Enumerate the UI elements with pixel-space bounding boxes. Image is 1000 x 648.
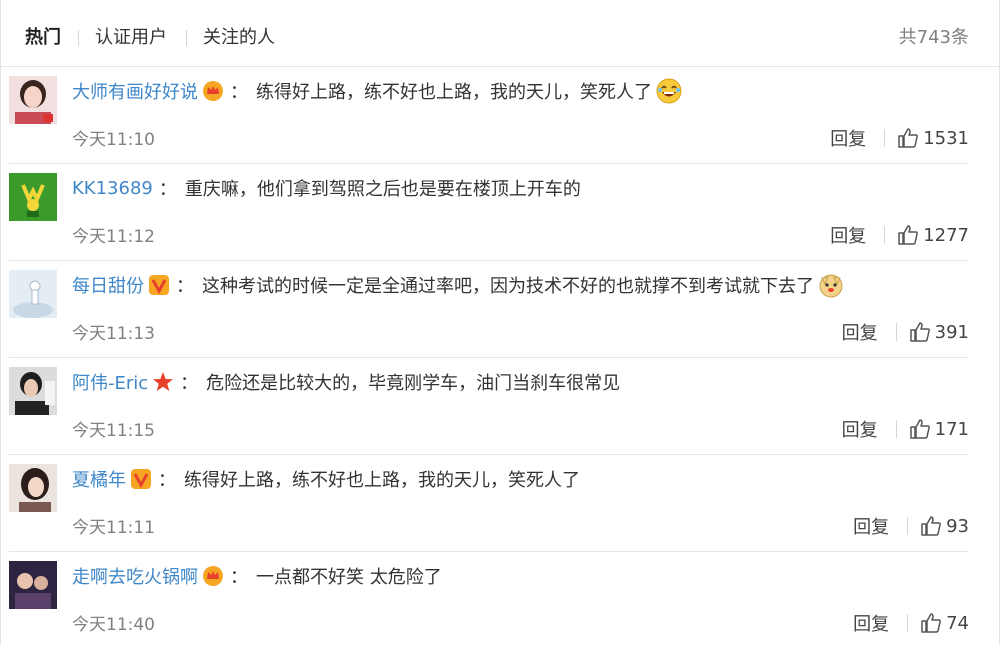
like-button[interactable]: 1531 — [897, 127, 969, 149]
star-icon — [152, 371, 174, 393]
like-count: 74 — [946, 612, 969, 634]
like-count: 1277 — [923, 224, 969, 246]
comment-actions: 回复 74 — [853, 610, 969, 636]
reply-button[interactable]: 回复 — [830, 125, 866, 151]
crown-icon — [202, 80, 224, 102]
crown-icon — [202, 565, 224, 587]
thumbs-up-icon — [921, 613, 941, 633]
comment-item: KK13689 ： 重庆嘛，他们拿到驾照之后也是要在楼顶上开车的 今天11:12… — [9, 164, 969, 261]
thumbs-up-icon — [898, 225, 919, 245]
laughing-emoji-icon — [656, 78, 682, 104]
thumbs-up-icon — [909, 322, 930, 342]
comment-actions: 回复 1531 — [830, 125, 969, 151]
comment-text: 这种考试的时候一定是全通过率吧，因为技术不好的也就撑不到考试就下去了 — [202, 276, 814, 297]
comment-text: 练得好上路，练不好也上路，我的天儿，笑死人了 — [184, 470, 580, 491]
comment-item: 每日甜份 ： 这种考试的时候一定是全通过率吧，因为技术不好的也就撑不到考试就下去… — [9, 261, 969, 358]
avatar[interactable] — [9, 76, 57, 124]
comment-item: 阿伟-Eric ： 危险还是比较大的，毕竟刚学车，油门当刹车很常见 今天11:1… — [9, 358, 969, 455]
username[interactable]: KK13689 — [72, 178, 153, 199]
tab-following[interactable]: 关注的人 — [203, 26, 275, 50]
avatar[interactable] — [9, 561, 57, 609]
avatar[interactable] — [9, 367, 57, 415]
username[interactable]: 每日甜份 — [72, 272, 144, 298]
comment-time: 今天11:40 — [72, 615, 155, 635]
comment-panel: 热门 认证用户 关注的人 共743条 大师有画好好说 ： 练得好上路，练不好也上… — [0, 0, 1000, 645]
v-icon — [148, 274, 170, 296]
avatar[interactable] — [9, 173, 57, 221]
comment-actions: 回复 171 — [842, 416, 969, 442]
reply-button[interactable]: 回复 — [853, 610, 889, 636]
tab-verified-users[interactable]: 认证用户 — [95, 26, 167, 50]
reply-button[interactable]: 回复 — [830, 222, 866, 248]
doge-emoji-icon — [818, 272, 844, 298]
username[interactable]: 走啊去吃火锅啊 — [72, 563, 198, 589]
comment-item: 大师有画好好说 ： 练得好上路，练不好也上路，我的天儿，笑死人了 今天11:10… — [9, 67, 969, 164]
username[interactable]: 阿伟-Eric — [72, 369, 148, 395]
like-count: 93 — [946, 515, 969, 537]
comment-text: 一点都不好笑 太危险了 — [256, 567, 442, 588]
avatar[interactable] — [9, 270, 57, 318]
username[interactable]: 大师有画好好说 — [72, 78, 198, 104]
comment-text: 危险还是比较大的，毕竟刚学车，油门当刹车很常见 — [206, 373, 621, 394]
reply-button[interactable]: 回复 — [842, 416, 878, 442]
username[interactable]: 夏橘年 — [72, 466, 126, 492]
comment-time: 今天11:12 — [72, 227, 155, 247]
comment-list: 大师有画好好说 ： 练得好上路，练不好也上路，我的天儿，笑死人了 今天11:10… — [1, 67, 999, 648]
like-count: 1531 — [923, 127, 969, 149]
thumbs-up-icon — [921, 516, 941, 536]
v-icon — [130, 468, 152, 490]
comment-time: 今天11:13 — [72, 324, 155, 344]
comment-time: 今天11:10 — [72, 130, 155, 150]
comment-item: 走啊去吃火锅啊 ： 一点都不好笑 太危险了 今天11:40 回复 74 — [9, 552, 969, 648]
thumbs-up-icon — [898, 128, 919, 148]
like-button[interactable]: 93 — [920, 515, 969, 537]
comment-text: 重庆嘛，他们拿到驾照之后也是要在楼顶上开车的 — [184, 179, 581, 200]
comment-actions: 回复 391 — [842, 319, 969, 345]
tab-divider — [186, 30, 187, 46]
like-count: 171 — [934, 418, 969, 440]
comment-time: 今天11:15 — [72, 421, 155, 441]
like-count: 391 — [934, 321, 969, 343]
like-button[interactable]: 391 — [909, 321, 969, 343]
tab-hot[interactable]: 热门 — [25, 26, 61, 50]
tab-divider — [78, 30, 79, 46]
avatar[interactable] — [9, 464, 57, 512]
comment-actions: 回复 93 — [853, 513, 969, 539]
reply-button[interactable]: 回复 — [853, 513, 889, 539]
comment-actions: 回复 1277 — [830, 222, 969, 248]
reply-button[interactable]: 回复 — [842, 319, 878, 345]
like-button[interactable]: 74 — [920, 612, 969, 634]
comment-tabs: 热门 认证用户 关注的人 共743条 — [1, 0, 999, 67]
comment-total-count: 共743条 — [898, 27, 969, 48]
thumbs-up-icon — [909, 419, 930, 439]
like-button[interactable]: 1277 — [897, 224, 969, 246]
comment-text: 练得好上路，练不好也上路，我的天儿，笑死人了 — [256, 82, 652, 103]
comment-item: 夏橘年 ： 练得好上路，练不好也上路，我的天儿，笑死人了 今天11:11 回复 … — [9, 455, 969, 552]
like-button[interactable]: 171 — [909, 418, 969, 440]
comment-time: 今天11:11 — [72, 518, 155, 538]
